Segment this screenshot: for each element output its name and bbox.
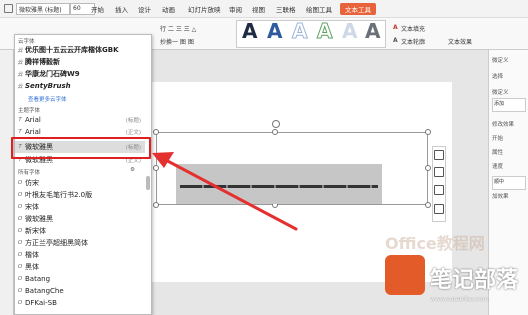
annotation-arrow-icon (152, 152, 298, 231)
